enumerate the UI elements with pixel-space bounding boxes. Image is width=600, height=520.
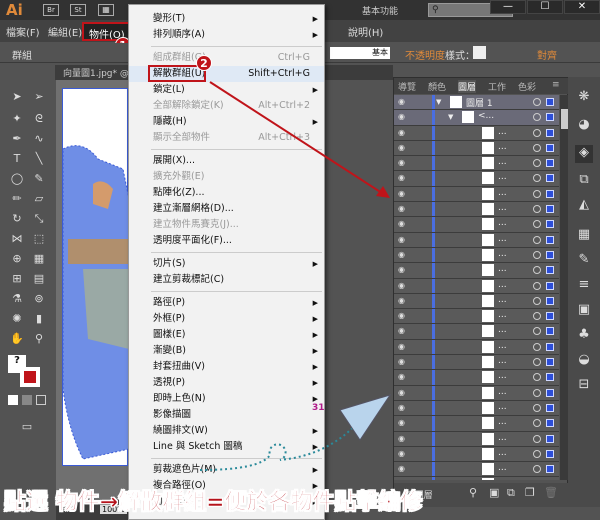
- paper-plane-icon: [339, 394, 392, 441]
- pointer-arrow-line: [209, 81, 386, 196]
- pointer-arrowhead: [376, 186, 390, 198]
- sticker-number: 31: [312, 403, 325, 413]
- dotted-flight-path: [199, 419, 361, 471]
- annotation-overlay: 31: [199, 81, 392, 471]
- instruction-caption: 點選 物件→解散群組=便於各物件點擊編修: [4, 490, 423, 516]
